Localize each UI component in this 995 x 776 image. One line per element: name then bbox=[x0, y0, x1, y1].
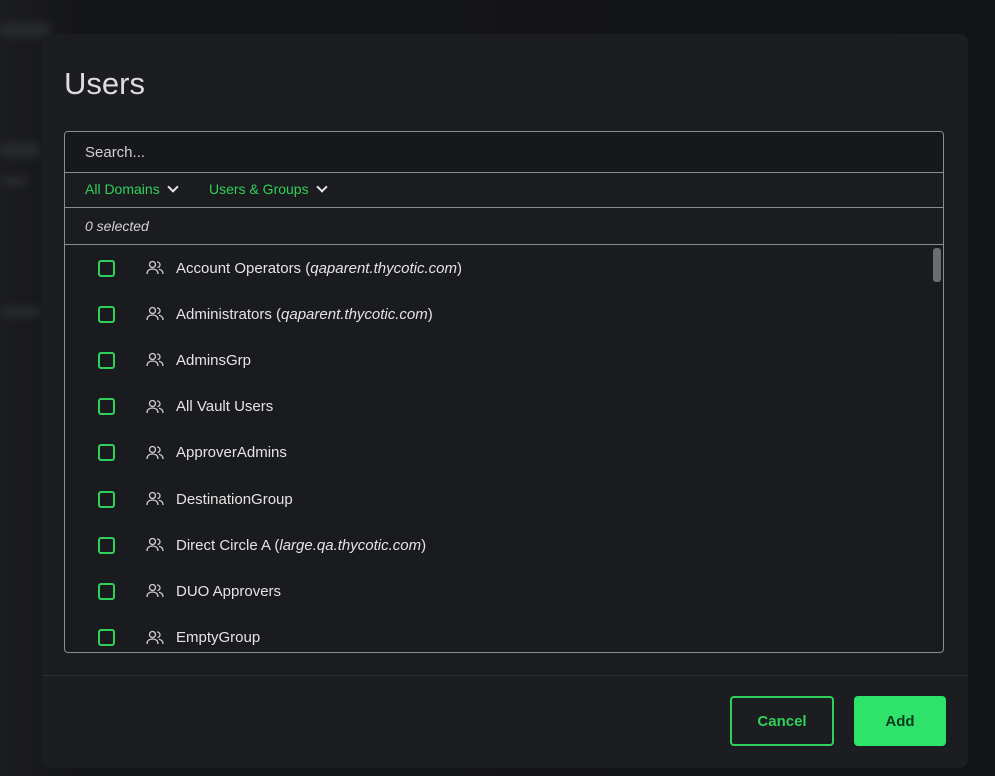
filter-row: All Domains Users & Groups bbox=[65, 173, 943, 208]
background-blur bbox=[0, 22, 50, 38]
item-name: All Vault Users bbox=[176, 398, 274, 416]
item-domain: large.qa.thycotic.com bbox=[279, 536, 422, 554]
item-checkbox[interactable] bbox=[98, 490, 115, 508]
list-item[interactable]: ApproverAdmins bbox=[65, 430, 925, 476]
group-icon bbox=[146, 306, 164, 322]
item-label: Administrators (qaparent.thycotic.com) bbox=[176, 305, 433, 323]
item-label: Account Operators (qaparent.thycotic.com… bbox=[176, 259, 462, 277]
item-label: DestinationGroup bbox=[176, 491, 293, 508]
list-scrollbar[interactable] bbox=[933, 248, 941, 282]
group-icon bbox=[146, 445, 164, 461]
chevron-down-icon bbox=[167, 181, 179, 193]
footer-divider bbox=[42, 675, 968, 676]
list-item[interactable]: Account Operators (qaparent.thycotic.com… bbox=[65, 245, 925, 291]
background-blur bbox=[0, 142, 40, 158]
group-icon bbox=[146, 491, 164, 507]
search-input[interactable] bbox=[85, 141, 925, 163]
group-icon bbox=[146, 352, 164, 368]
type-filter-dropdown[interactable]: Users & Groups bbox=[209, 181, 328, 197]
group-icon bbox=[146, 399, 164, 415]
users-dialog: Users All Domains Users & Groups 0 selec… bbox=[42, 34, 968, 768]
group-icon bbox=[146, 630, 164, 646]
cancel-button[interactable]: Cancel bbox=[730, 696, 834, 746]
group-icon bbox=[146, 260, 164, 276]
item-label: Direct Circle A (large.qa.thycotic.com) bbox=[176, 536, 427, 554]
item-domain: qaparent.thycotic.com bbox=[310, 259, 457, 277]
item-domain: qaparent.thycotic.com bbox=[281, 305, 428, 323]
item-name: EmptyGroup bbox=[176, 629, 261, 647]
search-row bbox=[65, 132, 943, 173]
item-name: DestinationGroup bbox=[176, 490, 293, 508]
type-filter-label: Users & Groups bbox=[209, 181, 309, 197]
group-icon bbox=[146, 537, 164, 553]
item-label: AdminsGrp bbox=[176, 352, 251, 369]
list-item[interactable]: EmptyGroup bbox=[65, 615, 925, 652]
item-label: All Vault Users bbox=[176, 398, 273, 415]
background-blur bbox=[0, 306, 40, 318]
domain-filter-label: All Domains bbox=[85, 181, 160, 197]
dialog-title: Users bbox=[64, 66, 145, 101]
item-name: Account Operators bbox=[176, 259, 302, 277]
user-picker: All Domains Users & Groups 0 selected Ac… bbox=[64, 131, 944, 653]
item-checkbox[interactable] bbox=[98, 351, 115, 369]
domain-filter-dropdown[interactable]: All Domains bbox=[85, 181, 179, 197]
item-checkbox[interactable] bbox=[98, 444, 115, 462]
add-button[interactable]: Add bbox=[854, 696, 946, 746]
item-checkbox[interactable] bbox=[98, 582, 115, 600]
list-item[interactable]: All Vault Users bbox=[65, 384, 925, 430]
item-name: Direct Circle A bbox=[176, 536, 271, 554]
item-name: ApproverAdmins bbox=[176, 444, 287, 462]
selected-count: 0 selected bbox=[85, 218, 149, 234]
list-item[interactable]: Administrators (qaparent.thycotic.com) bbox=[65, 291, 925, 337]
item-checkbox[interactable] bbox=[98, 398, 115, 416]
item-checkbox[interactable] bbox=[98, 259, 115, 277]
item-checkbox[interactable] bbox=[98, 536, 115, 554]
item-checkbox[interactable] bbox=[98, 305, 115, 323]
item-name: AdminsGrp bbox=[176, 351, 252, 369]
chevron-down-icon bbox=[315, 181, 328, 193]
selection-summary: 0 selected bbox=[65, 208, 943, 245]
list-item[interactable]: DestinationGroup bbox=[65, 476, 925, 522]
item-name: Administrators bbox=[176, 305, 272, 323]
item-label: ApproverAdmins bbox=[176, 444, 287, 461]
list-item[interactable]: Direct Circle A (large.qa.thycotic.com) bbox=[65, 522, 925, 568]
list-item[interactable]: DUO Approvers bbox=[65, 568, 925, 614]
group-icon bbox=[146, 583, 164, 599]
background-blur bbox=[0, 176, 28, 186]
list-item[interactable]: AdminsGrp bbox=[65, 337, 925, 383]
user-group-list[interactable]: Account Operators (qaparent.thycotic.com… bbox=[65, 245, 943, 652]
item-label: EmptyGroup bbox=[176, 629, 260, 646]
item-name: DUO Approvers bbox=[176, 582, 282, 600]
item-checkbox[interactable] bbox=[98, 629, 115, 647]
item-label: DUO Approvers bbox=[176, 583, 281, 600]
